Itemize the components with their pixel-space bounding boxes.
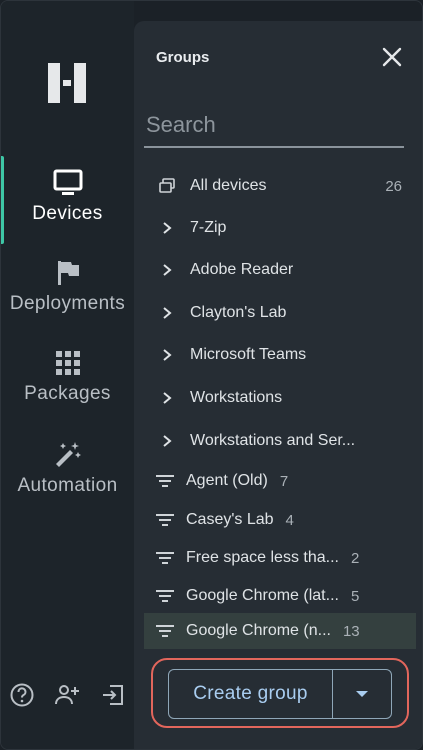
chevron-right-icon[interactable] xyxy=(160,348,174,362)
filter-icon xyxy=(156,475,174,487)
add-user-icon[interactable] xyxy=(54,682,80,708)
group-label: Free space less tha... xyxy=(186,549,339,566)
logo-icon xyxy=(48,63,86,103)
create-group-split-button: Create group xyxy=(168,669,392,719)
group-label: Casey's Lab xyxy=(186,511,274,528)
group-folder-adobe-reader[interactable]: Adobe Reader xyxy=(144,252,416,288)
filter-icon xyxy=(156,552,174,564)
nav-item-packages[interactable]: Packages xyxy=(1,349,134,405)
group-count: 13 xyxy=(342,622,360,640)
group-count: 4 xyxy=(285,511,294,529)
group-count: 26 xyxy=(385,177,402,195)
group-count: 7 xyxy=(279,472,289,490)
group-label: Google Chrome (lat... xyxy=(186,587,339,604)
group-folder-microsoft-teams[interactable]: Microsoft Teams xyxy=(144,337,416,373)
logout-icon[interactable] xyxy=(100,682,126,708)
chevron-right-icon[interactable] xyxy=(160,263,174,277)
group-filter-caseys-lab[interactable]: Casey's Lab 4 xyxy=(144,502,416,538)
group-folder-7-zip[interactable]: 7-Zip xyxy=(144,210,416,246)
device-stack-icon xyxy=(159,178,175,193)
nav-item-deployments[interactable]: Deployments xyxy=(1,259,134,315)
app-window: Devices Deployments Packages Automation … xyxy=(0,0,423,750)
group-all-devices[interactable]: All devices 26 xyxy=(144,168,416,204)
chevron-right-icon[interactable] xyxy=(160,221,174,235)
group-filter-google-chrome-not[interactable]: Google Chrome (n... 13 xyxy=(144,613,416,649)
nav-item-label: Automation xyxy=(17,475,118,496)
filter-icon xyxy=(156,625,174,637)
help-icon[interactable] xyxy=(9,682,35,708)
group-folder-workstations[interactable]: Workstations xyxy=(144,380,416,416)
create-group-menu-button[interactable] xyxy=(333,670,391,718)
filter-icon xyxy=(156,590,174,602)
chevron-right-icon[interactable] xyxy=(160,306,174,320)
group-label: Clayton's Lab xyxy=(190,304,287,321)
search-field[interactable] xyxy=(144,106,404,148)
group-label: Microsoft Teams xyxy=(190,346,307,363)
nav-item-automation[interactable]: Automation xyxy=(1,439,134,497)
groups-panel: Groups All devices 26 7-Zip xyxy=(134,21,422,749)
group-label: Agent (Old) xyxy=(186,472,268,489)
nav-rail: Devices Deployments Packages Automation xyxy=(1,1,134,749)
nav-item-label: Devices xyxy=(32,203,103,224)
search-input[interactable] xyxy=(144,106,404,144)
rail-footer xyxy=(1,682,134,710)
panel-title: Groups xyxy=(156,49,210,66)
group-label: All devices xyxy=(190,177,267,194)
caret-down-icon xyxy=(356,691,368,697)
close-icon[interactable] xyxy=(378,43,406,71)
nav-item-label: Deployments xyxy=(9,293,126,314)
group-label: Workstations and Ser... xyxy=(190,432,356,449)
create-group-button[interactable]: Create group xyxy=(169,670,333,718)
magic-wand-icon xyxy=(55,442,81,467)
grid-icon xyxy=(55,351,80,375)
monitor-icon xyxy=(53,169,82,195)
group-count: 2 xyxy=(350,549,360,567)
group-filter-free-space[interactable]: Free space less tha... 2 xyxy=(144,540,416,576)
filter-icon xyxy=(156,514,174,526)
group-label: 7-Zip xyxy=(190,219,227,236)
chevron-right-icon[interactable] xyxy=(160,434,174,448)
group-folder-claytons-lab[interactable]: Clayton's Lab xyxy=(144,295,416,331)
group-filter-agent-old[interactable]: Agent (Old) 7 xyxy=(144,463,416,499)
group-label: Google Chrome (n... xyxy=(186,622,331,639)
group-filter-google-chrome-latest[interactable]: Google Chrome (lat... 5 xyxy=(144,578,416,614)
chevron-right-icon[interactable] xyxy=(160,391,174,405)
nav-item-devices[interactable]: Devices xyxy=(1,169,134,225)
group-label: Adobe Reader xyxy=(190,261,294,278)
flag-icon xyxy=(57,261,79,285)
group-folder-workstations-and-servers[interactable]: Workstations and Ser... xyxy=(144,423,416,459)
group-count: 5 xyxy=(350,587,360,605)
group-label: Workstations xyxy=(190,389,283,406)
nav-item-label: Packages xyxy=(24,383,111,404)
